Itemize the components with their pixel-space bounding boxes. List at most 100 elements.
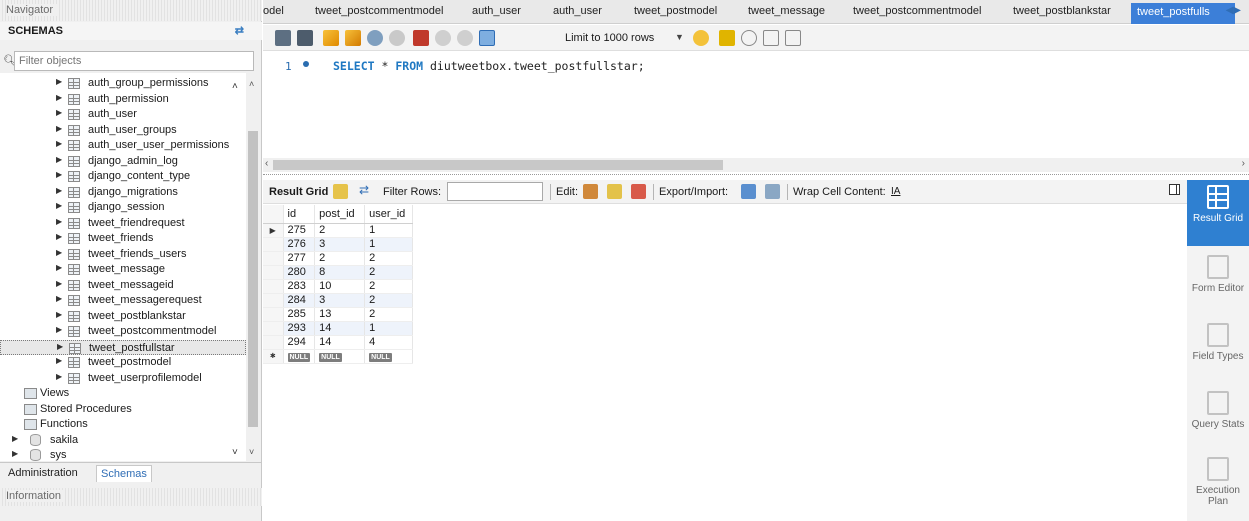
- new-row-marker-icon[interactable]: ✱: [263, 349, 284, 364]
- tree-item-table[interactable]: ▶ django_migrations: [0, 185, 246, 200]
- scroll-down-icon[interactable]: ˅: [249, 447, 254, 457]
- expand-arrow-icon[interactable]: ▶: [56, 372, 62, 381]
- expand-arrow-icon[interactable]: ▶: [56, 248, 62, 257]
- rollback-icon[interactable]: [457, 30, 473, 46]
- table-cell[interactable]: 1: [364, 223, 414, 238]
- table-cell[interactable]: 2: [314, 251, 366, 266]
- table-cell[interactable]: 293: [283, 321, 316, 336]
- tree-item-table[interactable]: ▶ auth_user_user_permissions: [0, 138, 246, 153]
- tree-item-table[interactable]: ▶ tweet_postcommentmodel: [0, 324, 246, 339]
- table-cell[interactable]: 2: [364, 307, 414, 322]
- table-row[interactable]: 293 14 1: [263, 321, 414, 336]
- expand-arrow-icon[interactable]: ▶: [56, 356, 62, 365]
- table-cell[interactable]: 2: [364, 279, 414, 294]
- column-header[interactable]: id: [283, 205, 316, 224]
- table-cell[interactable]: 2: [314, 223, 366, 238]
- sql-editor[interactable]: 1 SELECT * FROM diutweetbox.tweet_postfu…: [263, 52, 1249, 158]
- tree-item-table[interactable]: ▶ tweet_messageid: [0, 278, 246, 293]
- scroll-right-icon[interactable]: ›: [1242, 158, 1245, 169]
- table-cell[interactable]: 280: [283, 265, 316, 280]
- beautify-icon[interactable]: [719, 30, 735, 46]
- expand-arrow-icon[interactable]: ▶: [12, 449, 18, 458]
- table-cell[interactable]: 14: [314, 335, 366, 350]
- table-row[interactable]: 280 8 2: [263, 265, 414, 280]
- expand-arrow-icon[interactable]: ▶: [56, 294, 62, 303]
- add-row-icon[interactable]: [607, 184, 622, 199]
- table-cell[interactable]: 276: [283, 237, 316, 252]
- word-wrap-icon[interactable]: [785, 30, 801, 46]
- refresh-icon[interactable]: ⇄: [359, 183, 374, 198]
- stop-icon[interactable]: [389, 30, 405, 46]
- result-grid[interactable]: id post_id user_id ▶ 275 2 1 276 3 1 277 2 2 280 8 2…: [263, 205, 1187, 521]
- sql-code[interactable]: SELECT * FROM diutweetbox.tweet_postfull…: [333, 59, 645, 73]
- table-cell[interactable]: 2: [364, 265, 414, 280]
- new-row[interactable]: ✱ NULL NULL NULL: [263, 349, 414, 364]
- refresh-icon[interactable]: ⇄: [235, 24, 244, 37]
- table-row[interactable]: 277 2 2: [263, 251, 414, 266]
- tree-item-table[interactable]: ▶ auth_permission: [0, 92, 246, 107]
- tree-item-table[interactable]: ▶ django_admin_log: [0, 154, 246, 169]
- expand-arrow-icon[interactable]: ▶: [56, 77, 62, 86]
- table-cell[interactable]: 285: [283, 307, 316, 322]
- tree-item-table[interactable]: ▶ auth_group_permissions: [0, 76, 246, 91]
- schema-tree[interactable]: ▶ auth_group_permissions ▶ auth_permission ▶…: [0, 73, 246, 461]
- table-cell[interactable]: 294: [283, 335, 316, 350]
- row-marker[interactable]: [263, 307, 284, 322]
- query-tab[interactable]: tweet_postcommentmodel: [315, 5, 443, 17]
- filter-rows-input[interactable]: [447, 182, 543, 201]
- table-cell[interactable]: 284: [283, 293, 316, 308]
- scroll-left-icon[interactable]: ‹: [265, 158, 268, 169]
- expand-arrow-icon[interactable]: ▶: [56, 108, 62, 117]
- delete-row-icon[interactable]: [631, 184, 646, 199]
- editor-scroll-thumb[interactable]: [273, 160, 723, 170]
- tree-item-folder[interactable]: Functions: [0, 417, 246, 432]
- row-marker[interactable]: [263, 237, 284, 252]
- table-row[interactable]: ▶ 275 2 1: [263, 223, 414, 238]
- column-header[interactable]: user_id: [364, 205, 414, 224]
- filter-objects-input[interactable]: [14, 51, 254, 71]
- table-cell[interactable]: 277: [283, 251, 316, 266]
- query-tab[interactable]: tweet_message: [748, 5, 825, 17]
- tree-item-table[interactable]: ▶ tweet_message: [0, 262, 246, 277]
- wrap-cell-toggle[interactable]: IA: [891, 186, 900, 197]
- expand-arrow-icon[interactable]: ▶: [56, 217, 62, 226]
- table-row[interactable]: 284 3 2: [263, 293, 414, 308]
- side-query-stats[interactable]: Query Stats: [1187, 386, 1249, 448]
- tab-schemas[interactable]: Schemas: [96, 465, 152, 482]
- expand-arrow-icon[interactable]: ▶: [56, 325, 62, 334]
- table-cell-null[interactable]: NULL: [314, 349, 366, 364]
- edit-cell-icon[interactable]: [583, 184, 598, 199]
- row-marker[interactable]: ▶: [263, 223, 284, 238]
- table-cell[interactable]: 2: [364, 251, 414, 266]
- table-cell[interactable]: 1: [364, 237, 414, 252]
- execute-current-icon[interactable]: [345, 30, 361, 46]
- query-tab[interactable]: auth_user: [472, 5, 521, 17]
- tab-scroll-arrows-icon[interactable]: ◀▶: [1226, 5, 1241, 16]
- table-row[interactable]: 283 10 2: [263, 279, 414, 294]
- panel-divider[interactable]: [263, 174, 1249, 178]
- column-header[interactable]: post_id: [314, 205, 366, 224]
- save-icon[interactable]: [297, 30, 313, 46]
- explain-icon[interactable]: [367, 30, 383, 46]
- toggle-side-panel-icon[interactable]: [1169, 184, 1180, 195]
- row-marker[interactable]: [263, 335, 284, 350]
- tree-item-schema[interactable]: ▶ sakila: [0, 433, 246, 448]
- editor-hscrollbar[interactable]: ‹ ›: [263, 158, 1249, 172]
- expand-arrow-icon[interactable]: ▶: [56, 186, 62, 195]
- limit-rows-select[interactable]: Limit to 1000 rows: [565, 32, 654, 44]
- table-row[interactable]: 276 3 1: [263, 237, 414, 252]
- expand-arrow-icon[interactable]: ▶: [56, 201, 62, 210]
- add-snippet-icon[interactable]: [693, 30, 709, 46]
- tree-item-table[interactable]: ▶ django_session: [0, 200, 246, 215]
- table-cell[interactable]: 1: [364, 321, 414, 336]
- tree-item-table[interactable]: ▶ auth_user: [0, 107, 246, 122]
- expand-arrow-icon[interactable]: ▶: [56, 263, 62, 272]
- expand-arrow-icon[interactable]: ▶: [56, 310, 62, 319]
- tree-item-table[interactable]: ▶ tweet_postmodel: [0, 355, 246, 370]
- row-marker[interactable]: [263, 293, 284, 308]
- side-form-editor[interactable]: Form Editor: [1187, 250, 1249, 312]
- expand-arrow-icon[interactable]: ▶: [57, 342, 63, 351]
- tree-item-table[interactable]: ▶ tweet_messagerequest: [0, 293, 246, 308]
- query-tab[interactable]: tweet_postcommentmodel: [853, 5, 981, 17]
- expand-arrow-icon[interactable]: ▶: [56, 155, 62, 164]
